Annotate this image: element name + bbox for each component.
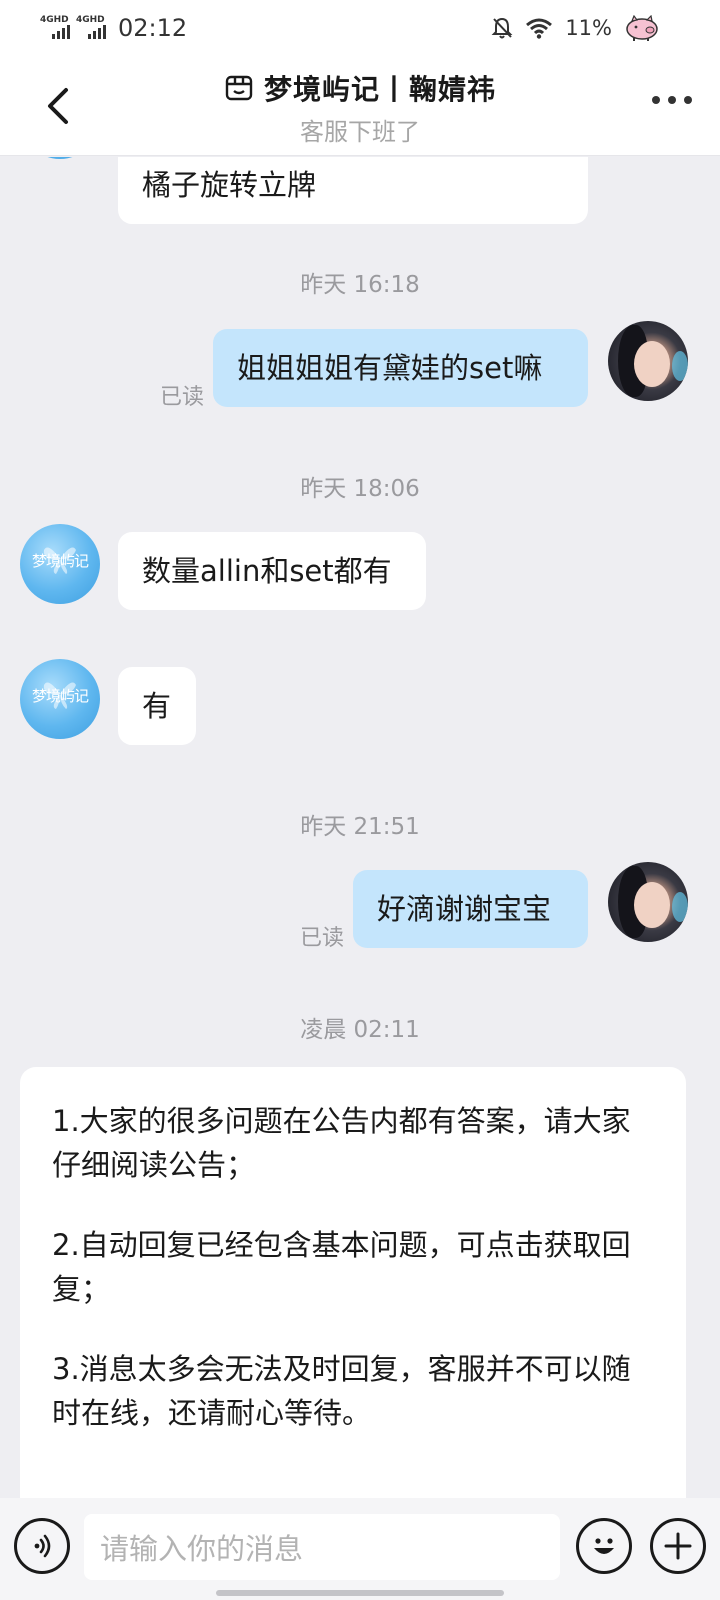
chat-header: 梦境屿记丨鞠婧祎 客服下班了 — [0, 56, 720, 156]
notice-item-2: 2.自动回复已经包含基本问题，可点击获取回复； — [52, 1228, 631, 1306]
status-right: 11% — [491, 0, 660, 56]
signal-icon-1: 4GHD — [40, 15, 70, 39]
shop-avatar[interactable]: 梦境屿记 — [20, 659, 100, 739]
chat-title: 梦境屿记丨鞠婧祎 — [263, 73, 496, 106]
status-bar: 4GHD 4GHD 02:12 11% — [0, 0, 720, 56]
shop-icon — [225, 75, 253, 101]
voice-button[interactable] — [14, 1518, 70, 1574]
title-row[interactable]: 梦境屿记丨鞠婧祎 — [0, 68, 720, 108]
message-bubble-out[interactable]: 姐姐姐姐有黛娃的set嘛 — [213, 329, 588, 407]
message-input[interactable]: 请输入你的消息 — [84, 1514, 560, 1580]
message-bubble-in[interactable]: 橘子旋转立牌 — [118, 157, 588, 224]
shop-avatar[interactable] — [20, 157, 100, 159]
home-indicator[interactable] — [216, 1590, 504, 1596]
shop-avatar-text: 梦境屿记 — [31, 687, 89, 705]
timestamp: 昨天 18:06 — [300, 476, 420, 502]
emoji-icon — [594, 1538, 614, 1554]
more-icon[interactable] — [652, 96, 692, 104]
user-avatar[interactable] — [608, 862, 688, 942]
wifi-icon — [526, 18, 553, 39]
status-time: 02:12 — [118, 14, 188, 42]
network-type-1: 4GHD — [40, 15, 69, 25]
chat-subtitle: 客服下班了 — [300, 118, 420, 146]
timestamp: 昨天 16:18 — [300, 272, 420, 298]
message-text: 橘子旋转立牌 — [142, 168, 317, 202]
notice-item-1: 1.大家的很多问题在公告内都有答案，请大家仔细阅读公告； — [52, 1104, 631, 1182]
emoji-button[interactable] — [576, 1518, 632, 1574]
mute-bell-icon — [491, 17, 513, 39]
read-status: 已读 — [300, 926, 345, 951]
message-text: 姐姐姐姐有黛娃的set嘛 — [237, 351, 543, 385]
input-bar: 请输入你的消息 — [0, 1498, 720, 1600]
chat-area[interactable]: 橘子旋转立牌 昨天 16:18 已读 姐姐姐姐有黛娃的set嘛 昨天 18:06… — [0, 157, 720, 1498]
message-bubble-in[interactable]: 数量allin和set都有 — [118, 532, 426, 610]
message-text: 好滴谢谢宝宝 — [377, 892, 552, 926]
user-avatar[interactable] — [608, 321, 688, 401]
voice-icon — [34, 1534, 51, 1558]
message-text: 有 — [142, 689, 172, 723]
auto-reply-notice[interactable]: 1.大家的很多问题在公告内都有答案，请大家仔细阅读公告； 2.自动回复已经包含基… — [20, 1067, 686, 1498]
battery-level: 11% — [565, 16, 612, 40]
plus-icon — [664, 1532, 692, 1560]
notice-item-3: 3.消息太多会无法及时回复，客服并不可以随时在线，还请耐心等待。 — [52, 1352, 631, 1430]
timestamp: 凌晨 02:11 — [300, 1017, 420, 1043]
message-input-placeholder: 请输入你的消息 — [100, 1532, 304, 1566]
message-text: 数量allin和set都有 — [142, 554, 392, 588]
message-bubble-in[interactable]: 有 — [118, 667, 196, 745]
shop-avatar-text: 梦境屿记 — [31, 552, 89, 570]
pig-icon — [626, 15, 658, 41]
plus-button[interactable] — [650, 1518, 706, 1574]
read-status: 已读 — [160, 385, 205, 410]
network-type-2: 4GHD — [76, 15, 105, 25]
signal-icon-2: 4GHD — [76, 15, 106, 39]
signal-group: 4GHD 4GHD — [40, 15, 106, 39]
message-bubble-out[interactable]: 好滴谢谢宝宝 — [353, 870, 588, 948]
shop-avatar[interactable]: 梦境屿记 — [20, 524, 100, 604]
timestamp: 昨天 21:51 — [300, 814, 420, 840]
